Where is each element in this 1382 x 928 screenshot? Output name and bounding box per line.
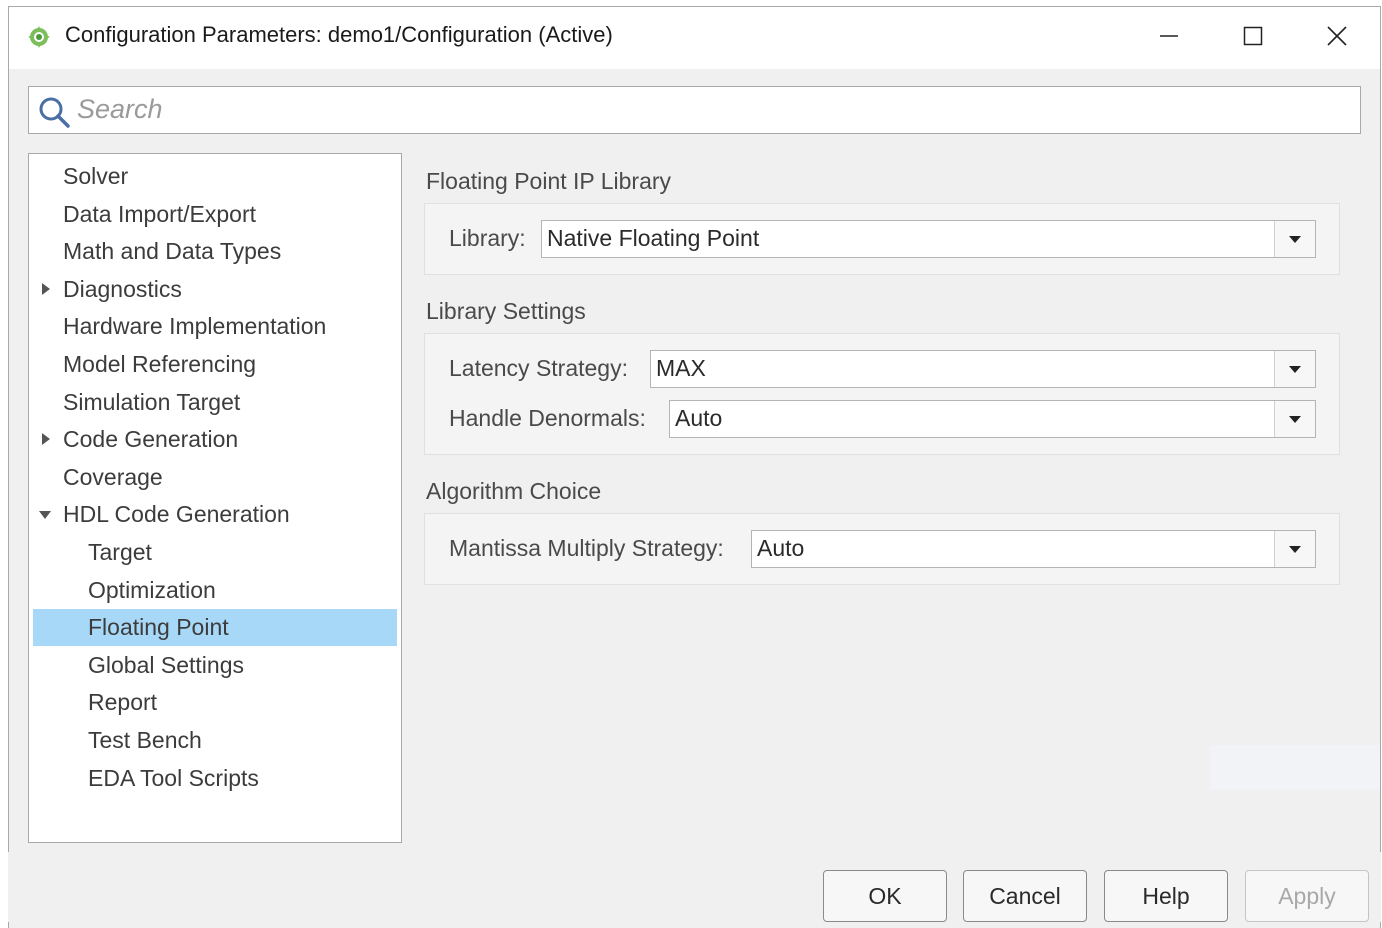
window-title: Configuration Parameters: demo1/Configur… [65,22,613,47]
tree-item[interactable]: EDA Tool Scripts [33,760,397,797]
help-button[interactable]: Help [1104,870,1228,922]
latency-strategy-dropdown[interactable]: MAX [650,350,1316,388]
tree-item[interactable]: Solver [33,158,397,195]
tree-item[interactable]: Report [33,684,397,721]
dialog-footer: OK Cancel Help Apply [8,852,1381,922]
apply-button[interactable]: Apply [1245,870,1369,922]
category-tree: Solver Data Import/Export Math and Data Ty… [28,153,402,843]
tree-item-label: Math and Data Types [63,238,282,265]
matlab-app-icon [27,25,50,48]
tree-item[interactable]: Test Bench [33,722,397,759]
tree-item[interactable]: Optimization [33,572,397,609]
title-bar: Configuration Parameters: demo1/Configur… [9,7,1380,69]
tree-item[interactable]: Math and Data Types [33,233,397,270]
library-dropdown[interactable]: Native Floating Point [541,220,1316,258]
tree-item-label: Hardware Implementation [63,313,327,340]
tree-item[interactable]: Coverage [33,459,397,496]
library-value: Native Floating Point [547,225,760,251]
tree-item[interactable]: Hardware Implementation [33,308,397,345]
tree-item[interactable]: HDL Code Generation [33,496,397,533]
faded-watermark [1210,745,1380,790]
tree-item[interactable]: Floating Point [33,609,397,647]
tree-item-label: Code Generation [63,426,239,453]
tree-item-label: HDL Code Generation [63,501,290,528]
collapse-arrow-icon[interactable] [39,511,51,520]
handle-denormals-value: Auto [675,405,723,431]
tree-item[interactable]: Global Settings [33,647,397,684]
close-button[interactable] [1295,7,1379,65]
dropdown-button[interactable] [1274,221,1315,257]
tree-item-label: Coverage [63,463,163,490]
mantissa-multiply-dropdown[interactable]: Auto [751,530,1316,568]
dropdown-button[interactable] [1274,401,1315,437]
expand-arrow-icon[interactable] [42,282,50,295]
section-title-library-settings: Library Settings [426,298,586,324]
tree-item-label: Optimization [88,576,216,603]
chevron-down-icon [1289,366,1301,373]
search-icon [37,95,71,134]
tree-item-label: Diagnostics [63,275,182,302]
maximize-button[interactable] [1211,7,1295,65]
section-title-algorithm: Algorithm Choice [426,478,602,504]
library-label: Library: [449,225,526,251]
latency-strategy-label: Latency Strategy: [449,355,628,381]
chevron-down-icon [1289,416,1301,423]
mantissa-multiply-value: Auto [757,535,805,561]
search-box[interactable] [28,86,1361,134]
floating-point-pane: Floating Point IP Library Library: Nativ… [420,150,1360,840]
tree-item-label: Test Bench [88,727,202,753]
maximize-icon [1243,26,1263,46]
tree-item-label: Global Settings [88,651,244,678]
tree-item-label: Floating Point [88,614,229,641]
mantissa-multiply-label: Mantissa Multiply Strategy: [449,535,724,561]
chevron-down-icon [1289,546,1301,553]
dropdown-button[interactable] [1274,531,1315,567]
search-input[interactable] [77,91,1337,127]
latency-strategy-value: MAX [656,355,706,381]
tree-item-label: EDA Tool Scripts [88,764,259,791]
tree-item[interactable]: Model Referencing [33,346,397,383]
tree-item-label: Model Referencing [63,351,257,377]
cancel-button[interactable]: Cancel [963,870,1087,922]
chevron-down-icon [1289,236,1301,243]
tree-item-label: Report [88,689,158,716]
handle-denormals-label: Handle Denormals: [449,405,646,431]
tree-item[interactable]: Target [33,534,397,571]
tree-item[interactable]: Diagnostics [33,271,397,308]
tree-item[interactable]: Simulation Target [33,384,397,421]
group-ip-library: Library: Native Floating Point [424,203,1340,275]
tree-item-label: Target [88,539,152,565]
tree-item[interactable]: Data Import/Export [33,196,397,233]
ok-button[interactable]: OK [823,870,947,922]
close-icon [1326,25,1348,47]
section-title-ip-library: Floating Point IP Library [426,168,672,194]
dropdown-button[interactable] [1274,351,1315,387]
group-algorithm-choice: Mantissa Multiply Strategy: Auto [424,513,1340,585]
tree-item[interactable]: Code Generation [33,421,397,458]
group-library-settings: Latency Strategy: MAX Handle Denormals: … [424,333,1340,455]
tree-item-label: Solver [63,163,129,189]
tree-item-label: Data Import/Export [63,200,257,227]
minimize-button[interactable] [1127,7,1211,65]
handle-denormals-dropdown[interactable]: Auto [669,400,1316,438]
tree-item-label: Simulation Target [63,388,241,415]
minimize-icon [1159,26,1179,46]
expand-arrow-icon[interactable] [42,433,50,446]
